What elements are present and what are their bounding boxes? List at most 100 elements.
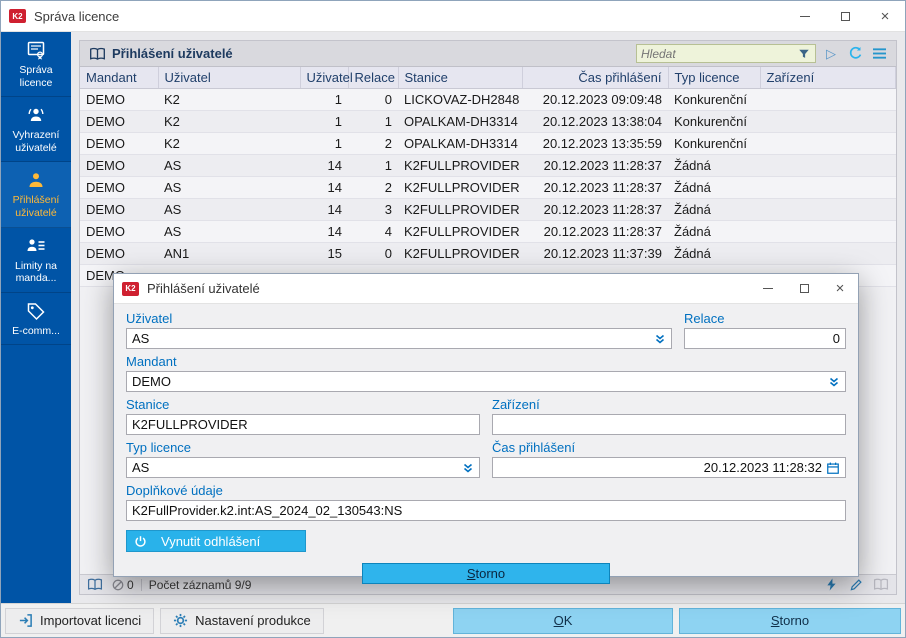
table-cell[interactable]: 14	[300, 220, 348, 243]
column-header[interactable]: Mandant	[80, 67, 159, 89]
table-cell[interactable]: OPALKAM-DH3314	[398, 110, 522, 133]
table-cell[interactable]: DEMO	[80, 220, 158, 243]
table-cell[interactable]: 14	[300, 176, 348, 199]
table-cell[interactable]: K2	[158, 132, 300, 155]
table-cell[interactable]	[760, 176, 896, 199]
table-cell[interactable]: DEMO	[80, 154, 158, 177]
table-cell[interactable]: 20.12.2023 11:28:37	[522, 220, 668, 243]
table-cell[interactable]: 20.12.2023 11:28:37	[522, 176, 668, 199]
ok-button[interactable]: OK	[453, 607, 673, 634]
table-cell[interactable]: LICKOVAZ-DH2848	[398, 88, 522, 111]
table-cell[interactable]: 20.12.2023 13:38:04	[522, 110, 668, 133]
book-icon[interactable]	[86, 576, 104, 594]
table-cell[interactable]: 2	[348, 132, 398, 155]
dialog-close-button[interactable]: ×	[822, 274, 858, 303]
dialog-minimize-button[interactable]	[750, 274, 786, 303]
table-cell[interactable]: DEMO	[80, 110, 158, 133]
minimize-button[interactable]	[785, 1, 825, 31]
table-cell[interactable]: Žádná	[668, 154, 760, 177]
calendar-icon[interactable]	[826, 461, 840, 475]
storno-button[interactable]: Storno	[679, 607, 901, 634]
table-cell[interactable]: 0	[348, 242, 398, 265]
maximize-button[interactable]	[825, 1, 865, 31]
sidebar-item-prihlaseni-uzivatele[interactable]: Přihlášení uživatelé	[1, 162, 71, 228]
table-cell[interactable]	[760, 198, 896, 221]
refresh-icon[interactable]	[846, 45, 864, 63]
sidebar-item-vyhrazeni-uzivatele[interactable]: Vyhrazení uživatelé	[1, 97, 71, 163]
dropdown-icon[interactable]	[828, 376, 840, 388]
table-cell[interactable]: DEMO	[80, 198, 158, 221]
table-cell[interactable]: AS	[158, 198, 300, 221]
table-cell[interactable]: K2FULLPROVIDER	[398, 242, 522, 265]
table-row[interactable]: DEMO K2 1 2 OPALKAM-DH3314 20.12.2023 13:35:5…	[80, 132, 896, 155]
typ-licence-combo[interactable]: AS	[126, 457, 480, 478]
table-cell[interactable]: Žádná	[668, 220, 760, 243]
table-cell[interactable]: AS	[158, 220, 300, 243]
column-header[interactable]: Čas přihlášení	[522, 67, 669, 89]
table-cell[interactable]: Konkurenční	[668, 132, 760, 155]
table-row[interactable]: DEMO AS 14 1 K2FULLPROVIDER 20.12.2023 11:28:…	[80, 154, 896, 177]
table-cell[interactable]	[760, 88, 896, 111]
close-button[interactable]: ×	[865, 1, 905, 31]
column-header[interactable]: Relace	[348, 67, 399, 89]
relace-input[interactable]	[684, 328, 846, 349]
table-cell[interactable]: 1	[300, 110, 348, 133]
table-cell[interactable]: K2FULLPROVIDER	[398, 198, 522, 221]
table-cell[interactable]: 20.12.2023 11:28:37	[522, 198, 668, 221]
table-cell[interactable]	[760, 154, 896, 177]
table-cell[interactable]: AN1	[158, 242, 300, 265]
table-cell[interactable]: 1	[348, 154, 398, 177]
production-settings-button[interactable]: Nastavení produkce	[160, 607, 324, 634]
mandant-combo[interactable]: DEMO	[126, 371, 846, 392]
table-cell[interactable]: 2	[348, 176, 398, 199]
table-row[interactable]: DEMO AS 14 4 K2FULLPROVIDER 20.12.2023 11:28:…	[80, 220, 896, 243]
table-cell[interactable]: K2FULLPROVIDER	[398, 176, 522, 199]
dialog-maximize-button[interactable]	[786, 274, 822, 303]
table-cell[interactable]: 1	[300, 88, 348, 111]
table-cell[interactable]	[760, 242, 896, 265]
table-row[interactable]: DEMO K2 1 0 LICKOVAZ-DH2848 20.12.2023 09:09:…	[80, 88, 896, 111]
table-cell[interactable]: Konkurenční	[668, 88, 760, 111]
table-cell[interactable]	[760, 110, 896, 133]
table-cell[interactable]	[760, 220, 896, 243]
dropdown-icon[interactable]	[462, 462, 474, 474]
table-cell[interactable]: 1	[300, 132, 348, 155]
table-cell[interactable]: 20.12.2023 09:09:48	[522, 88, 668, 111]
table-cell[interactable]: Žádná	[668, 176, 760, 199]
table-cell[interactable]: OPALKAM-DH3314	[398, 132, 522, 155]
dropdown-icon[interactable]	[654, 333, 666, 345]
stanice-input[interactable]	[126, 414, 480, 435]
table-row[interactable]: DEMO AS 14 2 K2FULLPROVIDER 20.12.2023 11:28:…	[80, 176, 896, 199]
doplnkove-udaje-input[interactable]	[126, 500, 846, 521]
column-header[interactable]: Zařízení	[760, 67, 896, 89]
table-cell[interactable]: K2	[158, 88, 300, 111]
run-filter-icon[interactable]: ▷	[822, 45, 840, 63]
table-cell[interactable]: AS	[158, 154, 300, 177]
table-row[interactable]: DEMO AN1 15 0 K2FULLPROVIDER 20.12.2023 11:37…	[80, 242, 896, 265]
table-cell[interactable]: 20.12.2023 11:28:37	[522, 154, 668, 177]
table-row[interactable]: DEMO K2 1 1 OPALKAM-DH3314 20.12.2023 13:38:0…	[80, 110, 896, 133]
table-cell[interactable]: 14	[300, 154, 348, 177]
column-header[interactable]: Stanice	[398, 67, 523, 89]
table-cell[interactable]: 4	[348, 220, 398, 243]
import-license-button[interactable]: Importovat licenci	[5, 607, 155, 634]
table-cell[interactable]: 20.12.2023 13:35:59	[522, 132, 668, 155]
sidebar-item-sprava-licence[interactable]: Správa licence	[1, 32, 71, 98]
table-cell[interactable]: DEMO	[80, 88, 158, 111]
table-cell[interactable]: DEMO	[80, 132, 158, 155]
sidebar-item-ecommerce[interactable]: E-comm...	[1, 293, 71, 346]
table-cell[interactable]: K2FULLPROVIDER	[398, 154, 522, 177]
table-cell[interactable]: Žádná	[668, 198, 760, 221]
table-cell[interactable]: 0	[348, 88, 398, 111]
force-logout-button[interactable]: Vynutit odhlášení	[126, 530, 306, 552]
cas-prihlaseni-field[interactable]: 20.12.2023 11:28:32	[492, 457, 846, 478]
column-header[interactable]: Uživatel	[300, 67, 353, 89]
table-cell[interactable]	[760, 132, 896, 155]
table-cell[interactable]: 14	[300, 198, 348, 221]
menu-icon[interactable]	[870, 45, 888, 63]
sidebar-item-limity-na-mandanta[interactable]: Limity na manda...	[1, 228, 71, 293]
table-cell[interactable]: AS	[158, 176, 300, 199]
uzivatel-combo[interactable]: AS	[126, 328, 672, 349]
table-cell[interactable]: 1	[348, 110, 398, 133]
table-cell[interactable]: 3	[348, 198, 398, 221]
